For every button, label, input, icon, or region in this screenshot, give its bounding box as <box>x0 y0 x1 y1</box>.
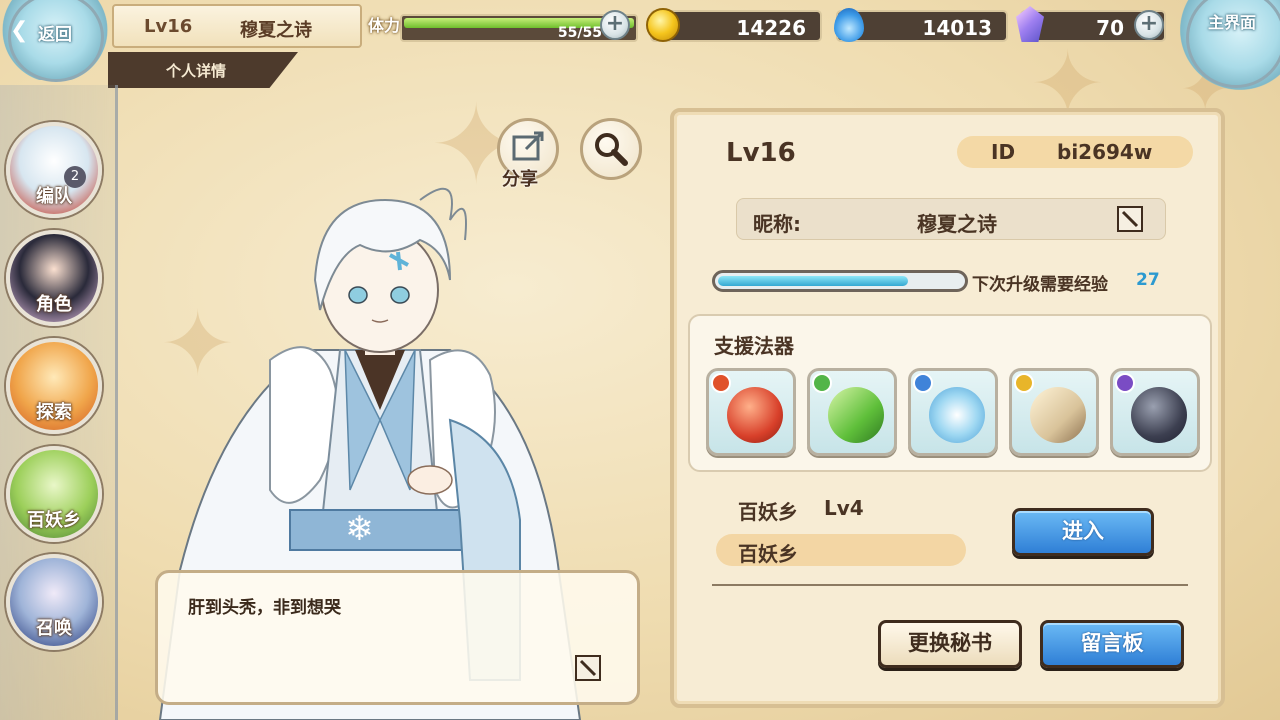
support-relics-section: 支援法器 <box>688 314 1212 472</box>
blue-snowflake-relic-icon <box>929 387 985 443</box>
nav-label: 探索 <box>36 402 72 423</box>
element-gem-icon <box>913 373 933 393</box>
purple-chain-relic-icon <box>1131 387 1187 443</box>
id-key: ID <box>991 140 1016 164</box>
crystal-value: 70 <box>1096 16 1124 40</box>
edit-pencil-icon <box>1117 206 1143 232</box>
element-gem-icon <box>711 373 731 393</box>
stamina-value: 55/55 <box>557 25 602 41</box>
profile-banner: Lv16 穆夏之诗 <box>112 4 362 48</box>
relic-slot[interactable] <box>706 368 796 456</box>
magnifier-icon <box>595 133 628 166</box>
enter-village-button[interactable]: 进入 <box>1012 508 1154 556</box>
speech-text: 肝到头秃，非到想哭 <box>188 598 341 618</box>
relic-slot[interactable] <box>1110 368 1200 456</box>
svg-text:❄: ❄ <box>345 509 374 549</box>
soul-jade-value: 14013 <box>922 16 992 40</box>
nickname-key: 昵称: <box>753 212 801 236</box>
nav-item-summon[interactable]: 召唤 <box>6 554 102 650</box>
edit-pencil-icon <box>575 655 601 681</box>
element-gem-icon <box>812 373 832 393</box>
stamina-label: 体力 <box>368 16 401 35</box>
player-name: 穆夏之诗 <box>240 20 312 41</box>
nickname-value: 穆夏之诗 <box>917 212 997 236</box>
gold-crate-relic-icon <box>1030 387 1086 443</box>
element-gem-icon <box>1014 373 1034 393</box>
exp-value: 27 <box>1136 270 1160 290</box>
add-crystal-button[interactable]: + <box>1134 10 1164 40</box>
red-orb-relic-icon <box>727 387 783 443</box>
divider <box>712 584 1188 586</box>
relic-slot[interactable] <box>908 368 998 456</box>
nav-label: 角色 <box>36 294 72 315</box>
speech-bubble: 肝到头秃，非到想哭 <box>155 570 640 705</box>
stamina-bar: 55/55 体力 + <box>364 8 638 44</box>
back-arrow-icon: ❮ <box>10 18 29 43</box>
edit-speech-button[interactable] <box>573 653 603 683</box>
gold-value: 14226 <box>736 16 806 40</box>
relic-slot[interactable] <box>1009 368 1099 456</box>
change-secretary-button[interactable]: 更换秘书 <box>878 620 1022 668</box>
relic-slot[interactable] <box>807 368 897 456</box>
id-value: bi2694w <box>1057 140 1153 164</box>
nickname-field: 昵称: 穆夏之诗 <box>736 198 1166 240</box>
nav-item-village[interactable]: 百妖乡 <box>6 446 102 542</box>
tab-personal-details[interactable]: 个人详情 <box>108 52 298 88</box>
message-board-button[interactable]: 留言板 <box>1040 620 1184 668</box>
home-label: 主界面 <box>1208 13 1257 32</box>
zoom-button[interactable] <box>580 118 642 180</box>
green-leaf-relic-icon <box>828 387 884 443</box>
player-level: Lv16 <box>144 16 193 37</box>
exp-label: 下次升级需要经验 <box>972 275 1108 295</box>
profile-panel: Lv16 ID bi2694w 昵称: 穆夏之诗 下次升级需要经验 27 支援法… <box>670 108 1225 708</box>
nav-label: 编队 <box>36 186 72 207</box>
village-level: Lv4 <box>824 496 864 520</box>
village-pill: 百妖乡 <box>716 534 966 566</box>
gold-coin-icon <box>646 8 680 42</box>
nav-item-explore[interactable]: 探索 <box>6 338 102 434</box>
home-button[interactable]: 主界面 <box>1180 0 1280 90</box>
exp-bar <box>712 270 968 292</box>
nav-item-team[interactable]: 2 编队 <box>6 122 102 218</box>
panel-level: Lv16 <box>726 138 796 168</box>
add-stamina-button[interactable]: + <box>600 10 630 40</box>
player-id-pill: ID bi2694w <box>957 136 1193 168</box>
village-pill-label: 百妖乡 <box>738 542 798 566</box>
exp-fill <box>718 276 909 286</box>
share-label: 分享 <box>502 169 538 190</box>
edit-nickname-button[interactable] <box>1115 204 1145 234</box>
nav-item-characters[interactable]: 角色 <box>6 230 102 326</box>
blue-flame-icon <box>834 8 864 42</box>
nav-label: 召唤 <box>36 618 72 639</box>
support-relics-title: 支援法器 <box>714 334 794 358</box>
element-gem-icon <box>1115 373 1135 393</box>
back-label: 返回 <box>38 25 72 45</box>
tab-label: 个人详情 <box>166 62 227 80</box>
village-name: 百妖乡 <box>738 500 798 524</box>
back-button[interactable]: ❮ 返回 <box>0 0 110 82</box>
nav-label: 百妖乡 <box>27 510 81 531</box>
